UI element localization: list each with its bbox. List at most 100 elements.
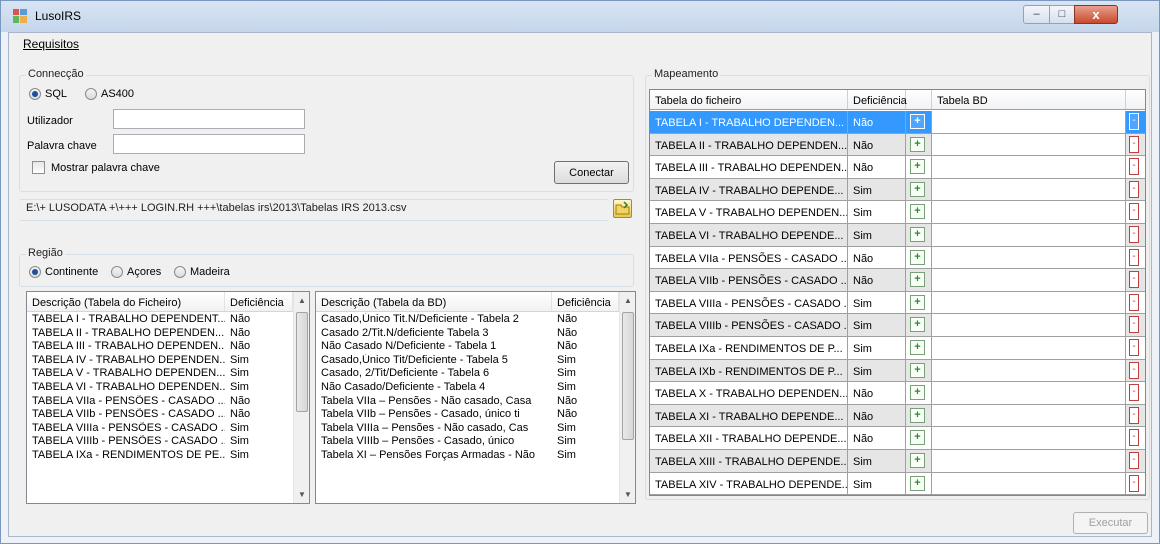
mapping-db-table[interactable]	[932, 269, 1126, 291]
mapping-row[interactable]: TABELA X - TRABALHO DEPENDEN... Não + -	[650, 382, 1145, 405]
radio-as400[interactable]: AS400	[85, 88, 134, 100]
mapping-db-table[interactable]	[932, 111, 1126, 133]
mapping-row[interactable]: TABELA IXb - RENDIMENTOS DE P... Sim + -	[650, 359, 1145, 383]
list-item[interactable]: Tabela VIIb – Pensões - Casado, único ti…	[316, 408, 619, 422]
add-mapping-button[interactable]: +	[910, 339, 925, 355]
mapping-row[interactable]: TABELA II - TRABALHO DEPENDEN... Não + -	[650, 133, 1145, 157]
add-mapping-button[interactable]: +	[910, 452, 925, 468]
list-item[interactable]: TABELA IXa - RENDIMENTOS DE PE... Sim	[27, 449, 293, 463]
mapping-row[interactable]: TABELA XIII - TRABALHO DEPENDE... Sim + -	[650, 449, 1145, 473]
mapping-db-table[interactable]	[932, 336, 1126, 359]
scroll-down-icon[interactable]: ▼	[620, 486, 635, 503]
mapping-db-table[interactable]	[932, 472, 1126, 495]
remove-mapping-button[interactable]: -	[1129, 113, 1139, 130]
remove-mapping-button[interactable]: -	[1129, 429, 1139, 447]
add-mapping-button[interactable]: +	[910, 294, 925, 310]
list-item[interactable]: Casado 2/Tit.N/deficiente Tabela 3 Não	[316, 327, 619, 341]
mapping-row[interactable]: TABELA I - TRABALHO DEPENDEN... Não + -	[650, 111, 1145, 134]
remove-mapping-button[interactable]: -	[1129, 135, 1139, 153]
radio-acores[interactable]: Açores	[111, 266, 161, 278]
mapping-grid[interactable]: Tabela do ficheiro Deficiência Tabela BD…	[649, 89, 1146, 496]
radio-madeira[interactable]: Madeira	[174, 266, 230, 278]
browse-file-button[interactable]	[613, 199, 632, 218]
add-mapping-button[interactable]: +	[910, 181, 925, 197]
file-col-deficiencia[interactable]: Deficiência	[225, 292, 293, 311]
remove-mapping-button[interactable]: -	[1129, 225, 1139, 243]
mapping-db-table[interactable]	[932, 133, 1126, 156]
mapping-db-table[interactable]	[932, 201, 1126, 223]
add-mapping-button[interactable]: +	[910, 475, 925, 491]
list-item[interactable]: TABELA VIIa - PENSÕES - CASADO ... Não	[27, 395, 293, 409]
list-item[interactable]: Casado,Único Tit/Deficiente - Tabela 5 Si…	[316, 354, 619, 368]
radio-continente[interactable]: Continente	[29, 266, 98, 278]
list-item[interactable]: TABELA VIIIa - PENSÕES - CASADO ... Sim	[27, 422, 293, 436]
mapping-db-table[interactable]	[932, 156, 1126, 178]
file-col-description[interactable]: Descrição (Tabela do Ficheiro)	[27, 292, 225, 311]
connect-button[interactable]: Conectar	[554, 161, 629, 184]
remove-mapping-button[interactable]: -	[1129, 384, 1139, 402]
mapping-row[interactable]: TABELA XV - TRABALHO DEPENDE...Sim+ -	[650, 495, 1146, 496]
mapping-db-table[interactable]	[932, 449, 1126, 472]
add-mapping-button[interactable]: +	[910, 226, 925, 242]
mapping-db-table[interactable]	[932, 427, 1126, 449]
remove-mapping-button[interactable]: -	[1129, 338, 1139, 356]
mapping-row[interactable]: TABELA V - TRABALHO DEPENDEN... Sim + -	[650, 201, 1145, 224]
mapping-db-table[interactable]	[932, 291, 1126, 314]
list-item[interactable]: Tabela VIIa – Pensões - Não casado, Casa…	[316, 395, 619, 409]
scroll-down-icon[interactable]: ▼	[294, 486, 309, 503]
list-item[interactable]: Casado,Único Tit.N/Deficiente - Tabela 2…	[316, 313, 619, 327]
remove-mapping-button[interactable]: -	[1129, 180, 1139, 198]
add-mapping-button[interactable]: +	[910, 136, 925, 152]
execute-button[interactable]: Executar	[1073, 512, 1148, 534]
mapping-row[interactable]: TABELA VIIIb - PENSÕES - CASADO ... Sim + -	[650, 314, 1145, 337]
list-item[interactable]: TABELA III - TRABALHO DEPENDEN... Não	[27, 340, 293, 354]
remove-mapping-button[interactable]: -	[1129, 293, 1139, 311]
minimize-button[interactable]: –	[1023, 5, 1050, 24]
add-mapping-button[interactable]: +	[910, 272, 925, 288]
file-list-scrollbar[interactable]: ▲ ▼	[293, 292, 309, 503]
mapping-row[interactable]: TABELA XIV - TRABALHO DEPENDE... Sim + -	[650, 472, 1145, 495]
remove-mapping-button[interactable]: -	[1129, 158, 1139, 176]
mapping-row[interactable]: TABELA VI - TRABALHO DEPENDE... Sim + -	[650, 223, 1145, 247]
radio-sql[interactable]: SQL	[29, 88, 67, 100]
list-item[interactable]: Casado, 2/Tit/Deficiente - Tabela 6 Sim	[316, 367, 619, 381]
add-mapping-button[interactable]: +	[910, 407, 925, 423]
map-col-tabela-ficheiro[interactable]: Tabela do ficheiro	[650, 90, 848, 109]
list-item[interactable]: TABELA V - TRABALHO DEPENDEN... Sim	[27, 367, 293, 381]
mapping-db-table[interactable]	[932, 382, 1126, 404]
mapping-db-table[interactable]	[932, 495, 1126, 496]
menu-requisitos[interactable]: Requisitos	[23, 37, 79, 51]
scroll-thumb[interactable]	[296, 312, 308, 412]
list-item[interactable]: TABELA VIIb - PENSÕES - CASADO ... Não	[27, 408, 293, 422]
file-table-list[interactable]: Descrição (Tabela do Ficheiro) Deficiênc…	[26, 291, 310, 504]
list-item[interactable]: Tabela XI – Pensões Forças Armadas - Não…	[316, 449, 619, 463]
map-col-tabela-bd[interactable]: Tabela BD	[932, 90, 1126, 109]
db-col-description[interactable]: Descrição (Tabela da BD)	[316, 292, 552, 311]
mapping-db-table[interactable]	[932, 246, 1126, 269]
maximize-button[interactable]: □	[1049, 5, 1075, 24]
list-item[interactable]: TABELA VIIIb - PENSÕES - CASADO ... Sim	[27, 435, 293, 449]
remove-mapping-button[interactable]: -	[1129, 474, 1139, 492]
list-item[interactable]: Não Casado/Deficiente - Tabela 4 Sim	[316, 381, 619, 395]
remove-mapping-button[interactable]: -	[1129, 406, 1139, 424]
list-item[interactable]: Tabela VIIIa – Pensões - Não casado, Cas…	[316, 422, 619, 436]
map-col-deficiencia[interactable]: Deficiência	[848, 90, 907, 109]
scroll-up-icon[interactable]: ▲	[620, 292, 635, 309]
mapping-row[interactable]: TABELA VIIa - PENSÕES - CASADO ... Não + -	[650, 246, 1145, 270]
add-mapping-button[interactable]: +	[910, 204, 925, 220]
add-mapping-button[interactable]: +	[910, 317, 925, 333]
close-button[interactable]: x	[1074, 5, 1118, 24]
db-table-list[interactable]: Descrição (Tabela da BD) Deficiência Cas…	[315, 291, 636, 504]
add-mapping-button[interactable]: +	[910, 430, 925, 446]
scroll-up-icon[interactable]: ▲	[294, 292, 309, 309]
scroll-thumb[interactable]	[622, 312, 634, 440]
add-mapping-button[interactable]: +	[910, 362, 925, 378]
db-list-scrollbar[interactable]: ▲ ▼	[619, 292, 635, 503]
user-input[interactable]	[113, 109, 305, 129]
remove-mapping-button[interactable]: -	[1129, 316, 1139, 334]
remove-mapping-button[interactable]: -	[1129, 451, 1139, 469]
list-item[interactable]: Não Casado N/Deficiente - Tabela 1 Não	[316, 340, 619, 354]
remove-mapping-button[interactable]: -	[1129, 203, 1139, 221]
mapping-db-table[interactable]	[932, 223, 1126, 246]
mapping-row[interactable]: TABELA III - TRABALHO DEPENDEN... Não + -	[650, 156, 1145, 179]
